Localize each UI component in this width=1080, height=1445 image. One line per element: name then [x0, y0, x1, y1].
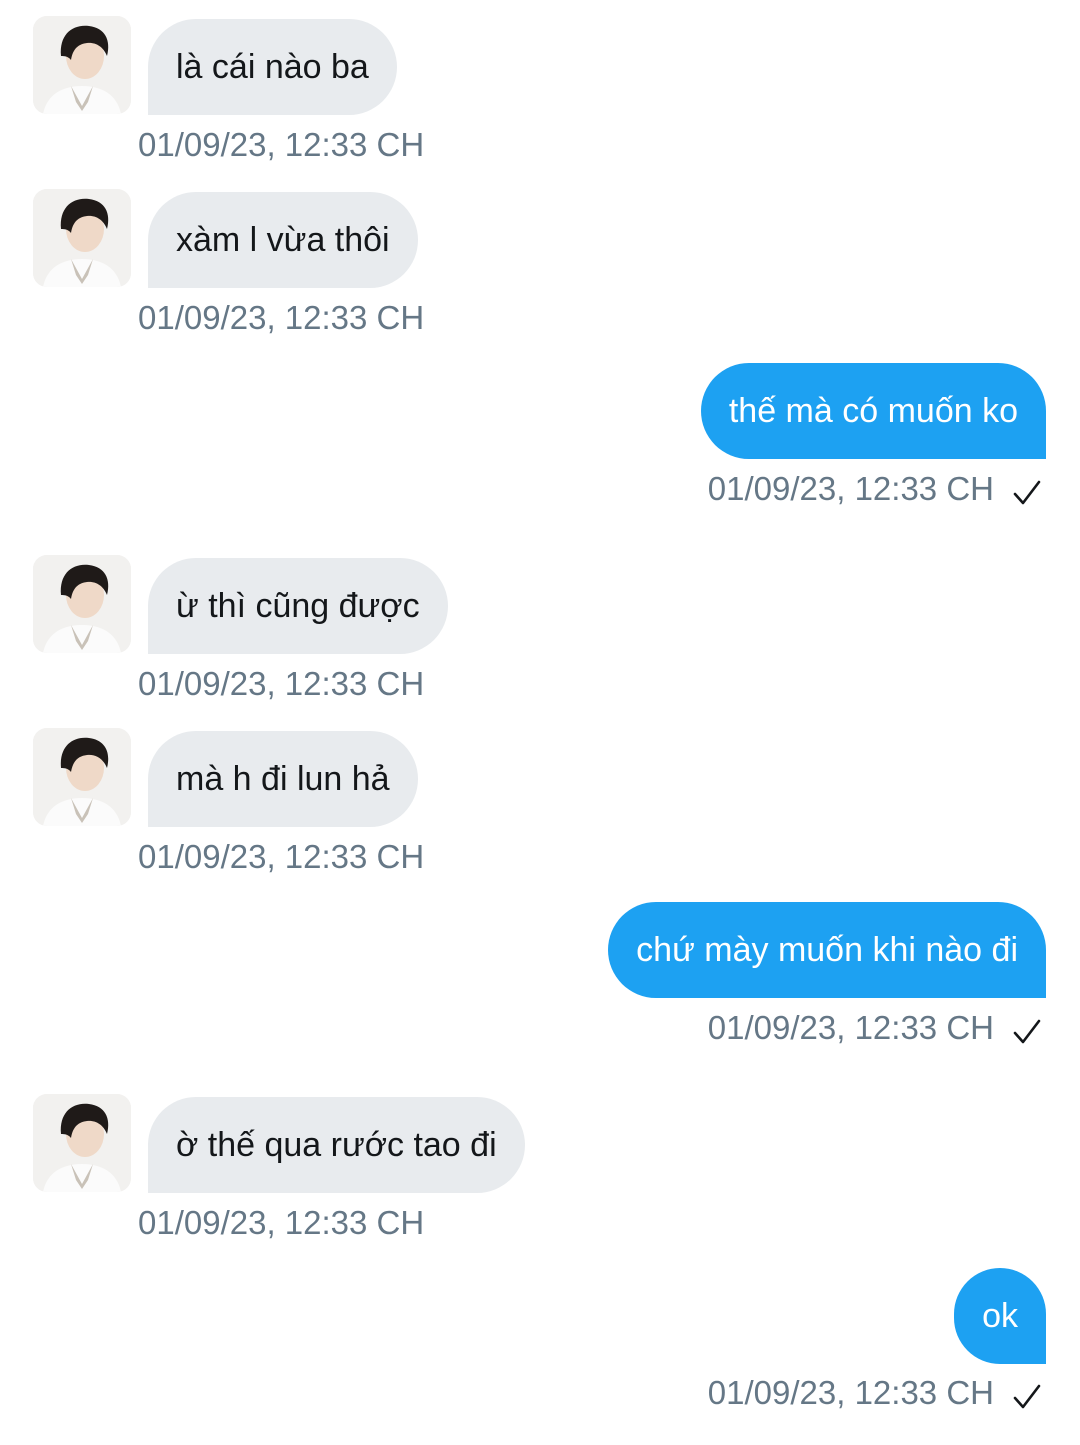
message-bubble-received[interactable]: là cái nào ba [148, 19, 397, 115]
avatar-image [33, 728, 131, 826]
message-text: ờ thế qua rước tao đi [176, 1126, 497, 1164]
avatar[interactable] [33, 555, 131, 653]
message-text: xàm l vừa thôi [176, 221, 390, 259]
avatar-image [33, 555, 131, 653]
message-bubble-sent[interactable]: chứ mày muốn khi nào đi [608, 902, 1046, 998]
message-timestamp: 01/09/23, 12:33 CH [138, 665, 425, 702]
message-text: ok [982, 1297, 1018, 1335]
avatar[interactable] [33, 728, 131, 826]
message-bubble-received[interactable]: ừ thì cũng được [148, 558, 448, 654]
message-timestamp: 01/09/23, 12:33 CH [138, 1204, 425, 1241]
message-bubble-sent[interactable]: ok [954, 1268, 1046, 1364]
checkmark-icon [1013, 1384, 1041, 1409]
message-timestamp: 01/09/23, 12:33 CH [707, 1009, 994, 1046]
avatar-image [33, 189, 131, 287]
avatar[interactable] [33, 16, 131, 114]
checkmark-icon [1013, 480, 1041, 505]
message-bubble-received[interactable]: mà h đi lun hả [148, 731, 418, 827]
avatar[interactable] [33, 189, 131, 287]
message-timestamp: 01/09/23, 12:33 CH [707, 1374, 994, 1411]
message-timestamp: 01/09/23, 12:33 CH [138, 299, 425, 336]
avatar-image [33, 1094, 131, 1192]
message-text: chứ mày muốn khi nào đi [636, 931, 1018, 969]
message-timestamp: 01/09/23, 12:33 CH [138, 838, 425, 875]
message-bubble-received[interactable]: ờ thế qua rước tao đi [148, 1097, 525, 1193]
checkmark-icon [1013, 1019, 1041, 1044]
message-bubble-received[interactable]: xàm l vừa thôi [148, 192, 418, 288]
message-timestamp: 01/09/23, 12:33 CH [707, 470, 994, 507]
message-text: thế mà có muốn ko [728, 392, 1018, 430]
avatar-image [33, 16, 131, 114]
avatar[interactable] [33, 1094, 131, 1192]
message-text: ừ thì cũng được [176, 587, 420, 625]
message-text: là cái nào ba [176, 48, 369, 86]
message-text: mà h đi lun hả [176, 760, 390, 798]
message-bubble-sent[interactable]: thế mà có muốn ko [700, 363, 1046, 459]
message-timestamp: 01/09/23, 12:33 CH [138, 126, 425, 163]
